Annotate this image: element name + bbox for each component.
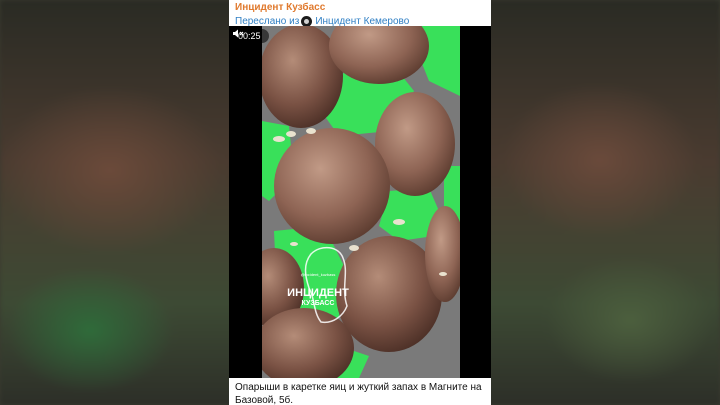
- watermark-handle: @incident_kuzbass: [301, 272, 336, 277]
- video-player[interactable]: @incident_kuzbass ИНЦИДЕНТ КУЗБАСС 00:25: [229, 26, 491, 378]
- video-time-badge: 00:25: [233, 29, 269, 43]
- post-caption: Опарыши в каретке яиц и жуткий запах в М…: [235, 382, 482, 405]
- channel-name-link[interactable]: Инцидент Кузбасс: [235, 2, 485, 14]
- message-card: Инцидент Кузбасс Переслано из Инцидент К…: [229, 0, 491, 405]
- video-frame: @incident_kuzbass ИНЦИДЕНТ КУЗБАСС: [229, 26, 491, 378]
- watermark-title: ИНЦИДЕНТ: [287, 287, 349, 299]
- message-header: Инцидент Кузбасс Переслано из Инцидент К…: [235, 2, 485, 28]
- watermark-subtitle: КУЗБАСС: [302, 300, 335, 307]
